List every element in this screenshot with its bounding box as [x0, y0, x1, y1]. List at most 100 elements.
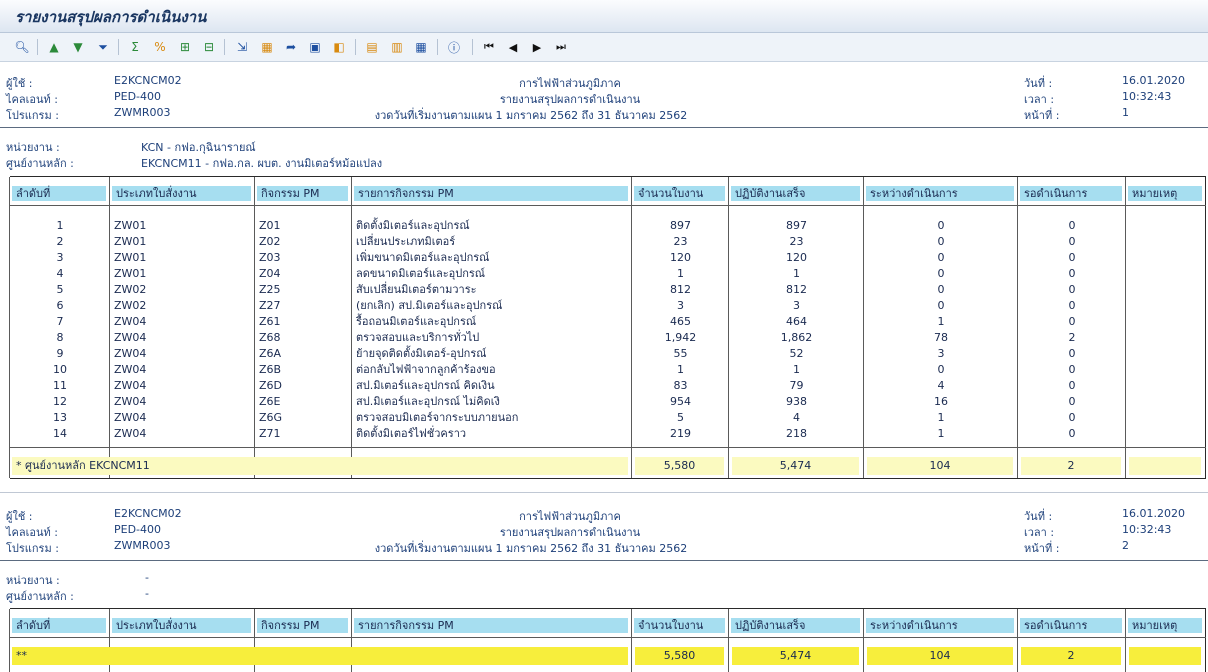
table-cell-pm-description: ลดขนาดมิเตอร์และอุปกรณ์ — [356, 267, 486, 280]
table-cell-in-progress: 78 — [934, 331, 948, 344]
table-cell-seq: 13 — [53, 411, 67, 424]
table-cell-pm-description: ต่อกลับไฟฟ้าจากลูกค้าร้องขอ — [356, 363, 496, 376]
change-layout-icon[interactable]: ▤ — [363, 38, 381, 56]
page-break — [0, 492, 1208, 493]
table-cell-pm-description: สป.มิเตอร์และอุปกรณ์ คิดเงิน — [356, 379, 495, 392]
table-cell-waiting: 0 — [1068, 395, 1076, 408]
table-cell-in-progress: 0 — [937, 251, 945, 264]
header-col-pm-activity[interactable]: กิจกรรม PM — [257, 618, 348, 633]
user-value: E2KCNCM02 — [114, 507, 182, 520]
table-cell-pm-activity: Z71 — [259, 427, 281, 440]
page-label: หน้าที่ : — [1024, 109, 1060, 122]
table-cell-pm-activity: Z25 — [259, 283, 281, 296]
table-cell-pm-activity: Z04 — [259, 267, 281, 280]
export-icon[interactable]: ⇲ — [233, 38, 251, 56]
table-cell-in-progress: 1 — [937, 411, 945, 424]
header-col-pm-description[interactable]: รายการกิจกรรม PM — [354, 618, 628, 633]
table-cell-order-count: 120 — [670, 251, 691, 264]
sort-descending-icon[interactable]: ▼ — [69, 38, 87, 56]
print-preview-icon[interactable]: ▣ — [306, 38, 324, 56]
table-cell-pm-description: ย้ายจุดติดตั้งมิเตอร์-อุปกรณ์ — [356, 347, 487, 360]
table-cell-completed: 897 — [786, 219, 807, 232]
summary-in-progress: 104 — [867, 457, 1013, 475]
first-page-icon[interactable]: ⏮ — [480, 38, 498, 56]
table-cell-waiting: 0 — [1068, 299, 1076, 312]
header-col-waiting[interactable]: รอดำเนินการ — [1020, 186, 1122, 201]
column-divider — [631, 609, 632, 672]
header-col-completed[interactable]: ปฏิบัติงานเสร็จ — [731, 618, 860, 633]
send-icon[interactable]: ➦ — [282, 38, 300, 56]
table-cell-completed: 812 — [786, 283, 807, 296]
summary-in-progress: 104 — [867, 647, 1013, 665]
detail-icon[interactable]: 🔍︎ — [13, 38, 31, 56]
sort-ascending-icon[interactable]: ▲ — [45, 38, 63, 56]
graphic-icon[interactable]: ◧ — [330, 38, 348, 56]
table-cell-order-count: 83 — [673, 379, 688, 392]
header-col-remark[interactable]: หมายเหตุ — [1128, 618, 1202, 633]
table-cell-in-progress: 1 — [937, 315, 945, 328]
summary-remark — [1129, 647, 1201, 665]
table-cell-pm-description: รื้อถอนมิเตอร์และอุปกรณ์ — [356, 315, 477, 328]
page-number: 2 — [1122, 539, 1129, 552]
summary-orders: 5,580 — [635, 457, 724, 475]
header-col-waiting[interactable]: รอดำเนินการ — [1020, 618, 1122, 633]
date-value: 16.01.2020 — [1122, 74, 1185, 87]
filter-icon[interactable]: ⏷ — [94, 38, 112, 56]
column-divider — [1125, 609, 1126, 672]
table-cell-waiting: 0 — [1068, 315, 1076, 328]
header-col-completed[interactable]: ปฏิบัติงานเสร็จ — [731, 186, 860, 201]
table-cell-completed: 120 — [786, 251, 807, 264]
table-cell-in-progress: 0 — [937, 235, 945, 248]
center-label: ศูนย์งานหลัก : — [6, 157, 74, 170]
cell-background — [1129, 218, 1201, 443]
table-cell-pm-activity: Z03 — [259, 251, 281, 264]
table-cell-order-type: ZW02 — [114, 283, 147, 296]
table-cell-waiting: 0 — [1068, 219, 1076, 232]
subtotal-icon[interactable]: % — [151, 38, 169, 56]
header-col-seq[interactable]: ลำดับที่ — [12, 618, 106, 633]
header-col-in-progress[interactable]: ระหว่างดำเนินการ — [866, 186, 1014, 201]
next-page-icon[interactable]: ▶ — [528, 38, 546, 56]
select-layout-icon[interactable]: ▥ — [388, 38, 406, 56]
header-col-order-type[interactable]: ประเภทใบสั่งงาน — [112, 186, 251, 201]
expand-icon[interactable]: ⊞ — [176, 38, 194, 56]
header-col-order-count[interactable]: จำนวนใบงาน — [634, 186, 725, 201]
header-col-pm-description[interactable]: รายการกิจกรรม PM — [354, 186, 628, 201]
table-cell-in-progress: 0 — [937, 267, 945, 280]
table-cell-seq: 14 — [53, 427, 67, 440]
header-col-order-type[interactable]: ประเภทใบสั่งงาน — [112, 618, 251, 633]
table-cell-seq: 11 — [53, 379, 67, 392]
header-col-pm-activity[interactable]: กิจกรรม PM — [257, 186, 348, 201]
center-label: ศูนย์งานหลัก : — [6, 590, 74, 603]
table-cell-completed: 79 — [789, 379, 804, 392]
spreadsheet-icon[interactable]: ▦ — [258, 38, 276, 56]
collapse-icon[interactable]: ⊟ — [200, 38, 218, 56]
time-value: 10:32:43 — [1122, 523, 1172, 536]
summary-remark — [1129, 457, 1201, 475]
sum-icon[interactable]: Σ — [126, 38, 144, 56]
table-cell-order-type: ZW01 — [114, 251, 147, 264]
last-page-icon[interactable]: ⏭ — [552, 38, 570, 56]
table-cell-pm-description: ตรวจสอบและบริการทั่วไป — [356, 331, 480, 344]
previous-page-icon[interactable]: ◀ — [504, 38, 522, 56]
table-cell-seq: 8 — [56, 331, 64, 344]
table-cell-order-type: ZW01 — [114, 267, 147, 280]
table-cell-waiting: 0 — [1068, 283, 1076, 296]
table-cell-order-count: 465 — [670, 315, 691, 328]
table-cell-in-progress: 4 — [937, 379, 945, 392]
table-cell-pm-description: ติดตั้งมิเตอร์และอุปกรณ์ — [356, 219, 470, 232]
application-toolbar: 🔍︎ ▲ ▼ ⏷ Σ % ⊞ ⊟ ⇲ ▦ ➦ ▣ ◧ ▤ ▥ ▦ ⓘ ⏮ ◀ ▶… — [0, 33, 1208, 62]
save-layout-icon[interactable]: ▦ — [412, 38, 430, 56]
header-col-in-progress[interactable]: ระหว่างดำเนินการ — [866, 618, 1014, 633]
summary-done: 5,474 — [732, 647, 859, 665]
table-cell-seq: 7 — [56, 315, 64, 328]
table-cell-pm-activity: Z6E — [259, 395, 281, 408]
table-cell-in-progress: 16 — [934, 395, 948, 408]
header-col-order-count[interactable]: จำนวนใบงาน — [634, 618, 725, 633]
table-cell-pm-activity: Z02 — [259, 235, 281, 248]
info-icon[interactable]: ⓘ — [445, 38, 463, 56]
header-col-seq[interactable]: ลำดับที่ — [12, 186, 106, 201]
table-cell-order-type: ZW04 — [114, 315, 147, 328]
table-cell-order-type: ZW01 — [114, 219, 147, 232]
header-col-remark[interactable]: หมายเหตุ — [1128, 186, 1202, 201]
